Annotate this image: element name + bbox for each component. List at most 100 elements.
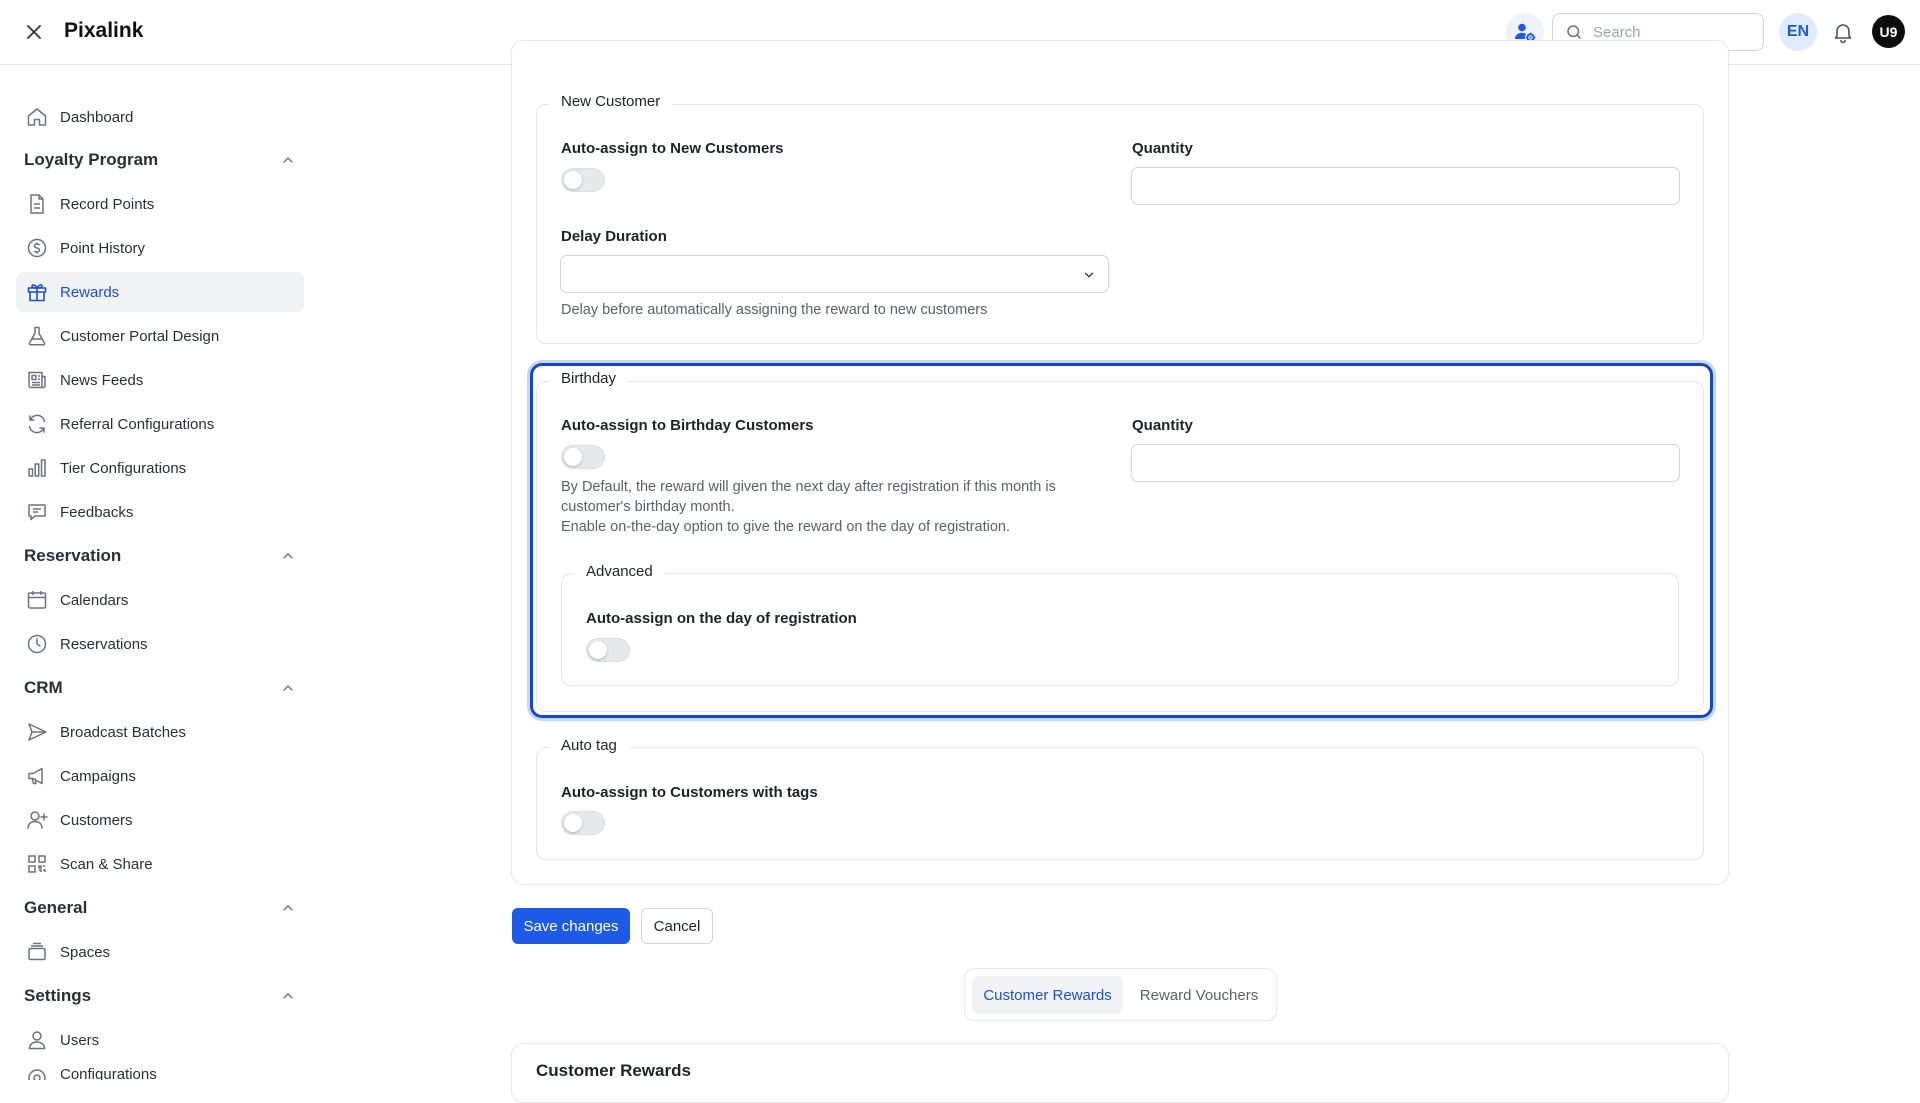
tab-reward-vouchers[interactable]: Reward Vouchers: [1127, 976, 1271, 1014]
sidebar-item-label: Calendars: [60, 591, 129, 609]
megaphone-icon: [25, 764, 49, 788]
sidebar-item-label: Customer Portal Design: [60, 327, 220, 345]
settings-icon: [25, 1066, 49, 1080]
app-name: Pixalink: [64, 19, 144, 42]
save-changes-button[interactable]: Save changes: [512, 908, 630, 944]
sidebar-item-calendars[interactable]: Calendars: [16, 580, 304, 620]
refresh-icon: [25, 412, 49, 436]
sidebar-item-scan-share[interactable]: Scan & Share: [16, 844, 304, 884]
day-of-registration-toggle[interactable]: [586, 638, 630, 662]
sidebar-item-label: Spaces: [60, 943, 111, 961]
bar-chart-icon: [25, 456, 49, 480]
chevron-up-icon: [280, 548, 296, 564]
qr-code-icon: [25, 852, 49, 876]
chevron-up-icon: [280, 152, 296, 168]
sidebar-item-label: Record Points: [60, 195, 155, 213]
sidebar-item-label: Scan & Share: [60, 855, 153, 873]
gift-icon: [25, 280, 49, 304]
sidebar-item-label: Feedbacks: [60, 503, 134, 521]
sidebar: Dashboard Loyalty Program Record Points …: [0, 65, 320, 1080]
sidebar-item-label: Broadcast Batches: [60, 723, 186, 741]
auto-assign-birthday-label: Auto-assign to Birthday Customers: [561, 417, 814, 434]
section-legend: Auto tag: [549, 737, 629, 754]
user-icon: [25, 1028, 49, 1052]
rewards-tabs: Customer Rewards Reward Vouchers: [964, 968, 1277, 1021]
sidebar-item-feedbacks[interactable]: Feedbacks: [16, 492, 304, 532]
sidebar-item-spaces[interactable]: Spaces: [16, 932, 304, 972]
advanced-section-border: [561, 573, 1679, 686]
sidebar-group-settings[interactable]: Settings: [24, 981, 296, 1011]
close-icon[interactable]: [22, 20, 46, 44]
birthday-quantity-input[interactable]: [1131, 444, 1680, 482]
avatar[interactable]: U9: [1872, 15, 1905, 48]
sidebar-item-label: Rewards: [60, 283, 120, 301]
section-legend: New Customer: [549, 93, 673, 110]
user-plus-icon: [25, 808, 49, 832]
cancel-button[interactable]: Cancel: [641, 908, 713, 944]
group-label: Reservation: [24, 546, 122, 565]
chat-icon: [25, 500, 49, 524]
sidebar-item-reservations[interactable]: Reservations: [16, 624, 304, 664]
auto-assign-tags-toggle[interactable]: [561, 811, 605, 835]
sidebar-item-label: News Feeds: [60, 371, 144, 389]
sidebar-item-broadcast-batches[interactable]: Broadcast Batches: [16, 712, 304, 752]
newspaper-icon: [25, 368, 49, 392]
search-icon: [1565, 23, 1583, 41]
sidebar-item-label: Dashboard: [60, 108, 134, 126]
sidebar-item-customer-portal-design[interactable]: Customer Portal Design: [16, 316, 304, 356]
sidebar-item-label: Campaigns: [60, 767, 136, 785]
section-border: [536, 747, 1704, 860]
delay-duration-select[interactable]: [560, 255, 1109, 293]
sidebar-item-referral-configurations[interactable]: Referral Configurations: [16, 404, 304, 444]
sidebar-group-reservation[interactable]: Reservation: [24, 541, 296, 571]
sidebar-item-point-history[interactable]: Point History: [16, 228, 304, 268]
sidebar-item-label: Configurations: [60, 1066, 157, 1080]
sidebar-item-dashboard[interactable]: Dashboard: [16, 97, 304, 137]
sidebar-item-label: Tier Configurations: [60, 459, 187, 477]
section-legend: Birthday: [549, 370, 629, 387]
auto-assign-birthday-toggle[interactable]: [561, 445, 605, 469]
sidebar-item-label: Reservations: [60, 635, 148, 653]
auto-assign-tags-label: Auto-assign to Customers with tags: [561, 784, 818, 801]
customer-rewards-title: Customer Rewards: [536, 1061, 691, 1080]
sidebar-item-users[interactable]: Users: [16, 1020, 304, 1060]
help-line: customer's birthday month.: [561, 499, 735, 515]
delay-duration-label: Delay Duration: [561, 228, 667, 245]
auto-assign-new-toggle[interactable]: [561, 168, 605, 192]
sidebar-item-tier-configurations[interactable]: Tier Configurations: [16, 448, 304, 488]
customer-rewards-card: Customer Rewards: [511, 1043, 1729, 1103]
quantity-label: Quantity: [1132, 140, 1193, 157]
sidebar-group-loyalty[interactable]: Loyalty Program: [24, 145, 296, 175]
help-line: By Default, the reward will given the ne…: [561, 479, 1056, 495]
sidebar-group-general[interactable]: General: [24, 893, 296, 923]
bell-icon[interactable]: [1831, 20, 1855, 44]
sidebar-item-configurations[interactable]: Configurations: [16, 1064, 304, 1080]
flask-icon: [25, 324, 49, 348]
language-button[interactable]: EN: [1779, 13, 1817, 51]
sidebar-item-label: Referral Configurations: [60, 415, 215, 433]
group-label: CRM: [24, 678, 63, 697]
delay-help-text: Delay before automatically assigning the…: [561, 302, 988, 318]
tab-customer-rewards[interactable]: Customer Rewards: [972, 976, 1123, 1014]
quantity-label: Quantity: [1132, 417, 1193, 434]
sidebar-item-customers[interactable]: Customers: [16, 800, 304, 840]
birthday-help-text: By Default, the reward will given the ne…: [561, 477, 1121, 537]
sidebar-group-crm[interactable]: CRM: [24, 673, 296, 703]
sidebar-item-record-points[interactable]: Record Points: [16, 184, 304, 224]
auto-assign-new-label: Auto-assign to New Customers: [561, 140, 784, 157]
group-label: Loyalty Program: [24, 150, 159, 169]
chevron-up-icon: [280, 988, 296, 1004]
sidebar-item-campaigns[interactable]: Campaigns: [16, 756, 304, 796]
group-label: General: [24, 898, 88, 917]
sidebar-item-label: Point History: [60, 239, 146, 257]
sidebar-item-rewards[interactable]: Rewards: [16, 272, 304, 312]
group-label: Settings: [24, 986, 92, 1005]
new-customer-quantity-input[interactable]: [1131, 167, 1680, 205]
clock-icon: [25, 632, 49, 656]
layers-icon: [25, 940, 49, 964]
search-input[interactable]: [1593, 23, 1743, 41]
sidebar-item-label: Customers: [60, 811, 133, 829]
home-icon: [25, 105, 49, 129]
sidebar-item-news-feeds[interactable]: News Feeds: [16, 360, 304, 400]
chevron-up-icon: [280, 680, 296, 696]
